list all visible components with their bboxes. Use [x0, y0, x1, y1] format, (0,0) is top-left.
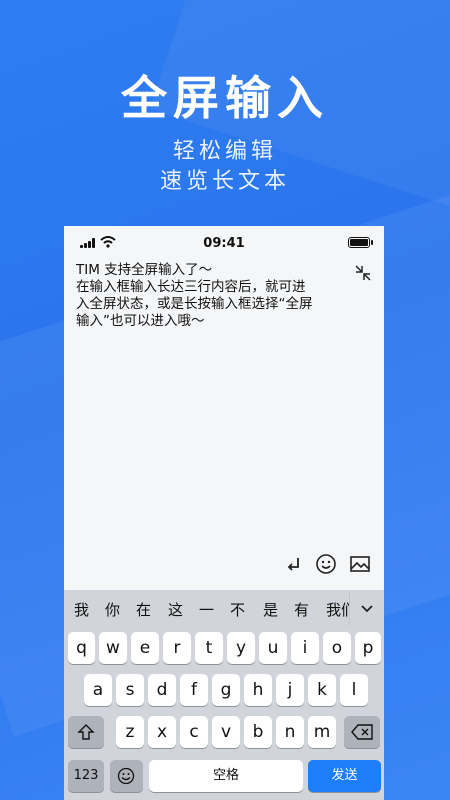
candidate-bar: 我 你 在 这 一 不 是 有 我们 — [64, 590, 384, 626]
key-c[interactable]: c — [180, 716, 208, 748]
keyboard: q w e r t y u i o p a s d f g h j k l z … — [64, 626, 384, 800]
send-button[interactable]: 发送 — [308, 760, 381, 792]
candidate-word[interactable]: 一 — [199, 599, 214, 620]
emoji-icon[interactable] — [314, 552, 338, 576]
emoji-key[interactable] — [110, 760, 143, 792]
key-u[interactable]: u — [259, 632, 287, 664]
candidate-word[interactable]: 我 — [74, 599, 89, 620]
key-e[interactable]: e — [131, 632, 159, 664]
key-j[interactable]: j — [276, 674, 304, 706]
return-icon[interactable] — [282, 552, 306, 576]
numbers-key[interactable]: 123 — [68, 760, 104, 792]
key-k[interactable]: k — [308, 674, 336, 706]
hero-subtitle-line: 轻松编辑 — [172, 139, 277, 164]
status-time: 09:41 — [203, 236, 245, 251]
battery-icon — [348, 237, 373, 248]
key-z[interactable]: z — [116, 716, 144, 748]
key-t[interactable]: t — [195, 632, 223, 664]
key-f[interactable]: f — [180, 674, 208, 706]
candidate-word[interactable]: 在 — [136, 599, 151, 620]
candidate-word[interactable]: 这 — [168, 599, 183, 620]
message-line: TIM 支持全屏输入了～ — [76, 262, 213, 278]
fullscreen-text-input[interactable]: TIM 支持全屏输入了～ 在输入框输入长达三行内容后，就可进 入全屏状态，或是长… — [76, 262, 366, 330]
candidate-word[interactable]: 你 — [105, 599, 120, 620]
chevron-down-icon — [361, 605, 373, 613]
emoji-key-icon — [117, 767, 135, 785]
hero-subtitle-line: 速览长文本 — [159, 169, 290, 194]
key-d[interactable]: d — [148, 674, 176, 706]
key-r[interactable]: r — [163, 632, 191, 664]
message-line: 在输入框输入长达三行内容后，就可进 — [76, 279, 306, 295]
key-m[interactable]: m — [308, 716, 336, 748]
backspace-key[interactable] — [344, 716, 380, 748]
backspace-icon — [351, 724, 373, 740]
image-icon[interactable] — [348, 552, 372, 576]
shift-key[interactable] — [68, 716, 104, 748]
candidate-word[interactable]: 有 — [294, 599, 309, 620]
key-v[interactable]: v — [212, 716, 240, 748]
key-g[interactable]: g — [212, 674, 240, 706]
input-toolbar — [64, 548, 384, 580]
candidate-word[interactable]: 不 — [230, 599, 245, 620]
key-h[interactable]: h — [244, 674, 272, 706]
key-q[interactable]: q — [68, 632, 95, 664]
message-line: 入全屏状态，或是长按输入框选择“全屏 — [76, 296, 313, 312]
status-bar: 09:41 — [64, 226, 384, 260]
key-y[interactable]: y — [227, 632, 255, 664]
hero-title: 全屏输入 — [121, 71, 329, 125]
key-a[interactable]: a — [84, 674, 112, 706]
key-w[interactable]: w — [99, 632, 127, 664]
phone-screen: 09:41 TIM 支持全屏输入了～ 在输入框输入长达三行内容后，就可进 入全屏… — [64, 226, 384, 800]
key-o[interactable]: o — [323, 632, 351, 664]
key-i[interactable]: i — [291, 632, 319, 664]
candidate-word[interactable]: 是 — [263, 599, 278, 620]
key-p[interactable]: p — [355, 632, 381, 664]
space-key[interactable]: 空格 — [149, 760, 303, 792]
expand-candidates-button[interactable] — [349, 590, 384, 626]
key-l[interactable]: l — [340, 674, 368, 706]
key-b[interactable]: b — [244, 716, 272, 748]
key-x[interactable]: x — [148, 716, 176, 748]
key-n[interactable]: n — [276, 716, 304, 748]
message-line: 输入”也可以进入哦～ — [76, 313, 205, 329]
shift-icon — [77, 724, 95, 740]
key-s[interactable]: s — [116, 674, 144, 706]
